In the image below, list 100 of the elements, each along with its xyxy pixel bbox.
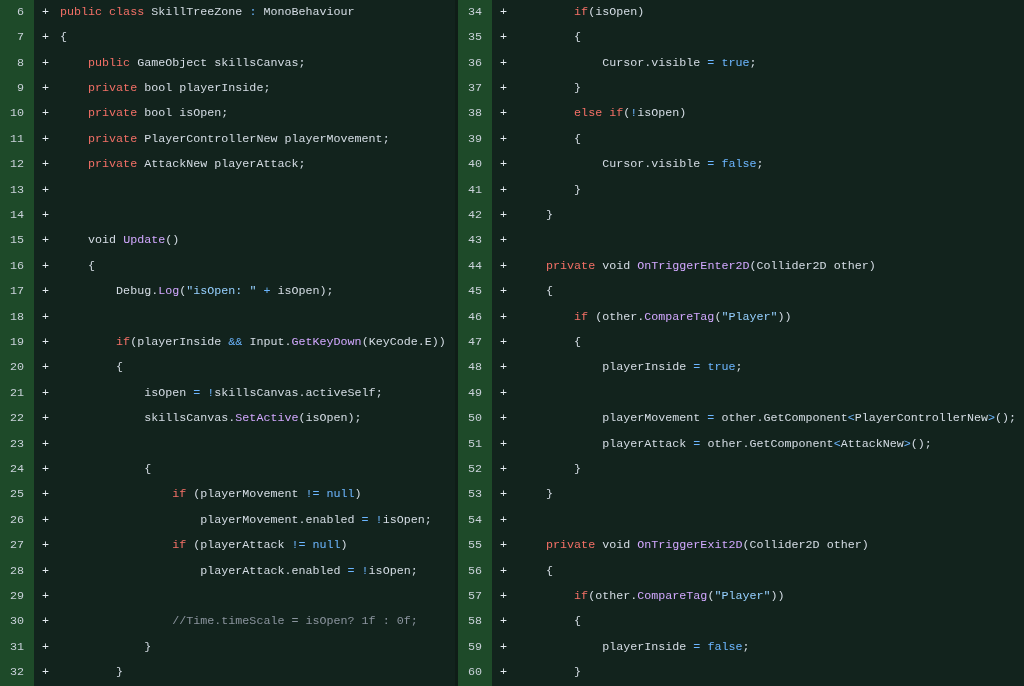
- line-number: 46: [467, 308, 482, 326]
- line-number: 59: [467, 638, 482, 656]
- line-number: 40: [467, 156, 482, 174]
- added-line-marker: +: [500, 537, 508, 555]
- line-number: 17: [9, 283, 24, 301]
- added-line-marker: +: [500, 664, 508, 682]
- code-line: if(isOpen): [573, 3, 645, 21]
- line-number: 43: [467, 232, 482, 250]
- code-line: }: [545, 486, 554, 504]
- code-line: //Time.timeScale = isOpen? 1f : 0f;: [171, 613, 418, 631]
- line-number: 15: [9, 232, 24, 250]
- code-line: {: [573, 613, 582, 631]
- added-line-marker: +: [42, 435, 50, 453]
- line-number: 42: [467, 207, 482, 225]
- line-number: 51: [467, 435, 482, 453]
- added-line-marker: +: [42, 562, 50, 580]
- code-line: Cursor.visible = false;: [601, 156, 764, 174]
- line-number: 11: [9, 130, 24, 148]
- added-line-marker: +: [500, 359, 508, 377]
- added-line-marker: +: [500, 638, 508, 656]
- added-line-marker: +: [42, 283, 50, 301]
- code-line: if (playerAttack != null): [171, 537, 348, 555]
- line-number: 45: [467, 283, 482, 301]
- line-number: 22: [9, 410, 24, 428]
- code-line: isOpen = !skillsCanvas.activeSelf;: [143, 384, 383, 402]
- code-line: {: [143, 460, 152, 478]
- line-number: 53: [467, 486, 482, 504]
- added-line-marker: +: [500, 384, 508, 402]
- code-line: Debug.Log("isOpen: " + isOpen);: [115, 283, 334, 301]
- added-line-marker: +: [42, 257, 50, 275]
- line-number: 32: [9, 664, 24, 682]
- line-number: 37: [467, 80, 482, 98]
- line-number: 39: [467, 130, 482, 148]
- line-number: 23: [9, 435, 24, 453]
- code-line: public GameObject skillsCanvas;: [87, 54, 306, 72]
- added-line-marker: +: [500, 207, 508, 225]
- line-number: 52: [467, 460, 482, 478]
- added-line-marker: +: [500, 156, 508, 174]
- line-number: 57: [467, 587, 482, 605]
- added-line-marker: +: [42, 537, 50, 555]
- code-line: }: [115, 664, 124, 682]
- line-number: 21: [9, 384, 24, 402]
- line-number: 10: [9, 105, 24, 123]
- code-line: {: [115, 359, 124, 377]
- added-line-marker: +: [500, 130, 508, 148]
- line-number: 19: [9, 334, 24, 351]
- added-line-marker: +: [42, 29, 50, 47]
- code-line: }: [143, 638, 152, 656]
- line-number: 31: [9, 638, 24, 656]
- code-line: }: [573, 80, 582, 98]
- added-line-marker: +: [500, 181, 508, 199]
- line-number: 48: [467, 359, 482, 377]
- code-line: playerAttack.enabled = !isOpen;: [199, 562, 418, 580]
- line-number: 26: [9, 511, 24, 529]
- added-line-marker: +: [42, 130, 50, 148]
- code-line: if(other.CompareTag("Player")): [573, 587, 785, 605]
- added-line-marker: +: [500, 232, 508, 250]
- added-line-marker: +: [42, 54, 50, 72]
- line-number: 9: [17, 80, 24, 98]
- line-number: 35: [467, 29, 482, 47]
- line-number: 13: [9, 181, 24, 199]
- line-number: 54: [467, 511, 482, 529]
- code-line: }: [573, 664, 582, 682]
- code-line: playerInside = false;: [601, 638, 750, 656]
- added-line-marker: +: [42, 359, 50, 377]
- line-number: 14: [9, 207, 24, 225]
- code-line: playerInside = true;: [601, 359, 743, 377]
- code-line: {: [573, 130, 582, 148]
- added-line-marker: +: [42, 308, 50, 326]
- line-number: 58: [467, 613, 482, 631]
- added-line-marker: +: [42, 156, 50, 174]
- line-number: 44: [467, 257, 482, 275]
- line-number: 34: [467, 3, 482, 21]
- code-line: {: [545, 283, 554, 301]
- code-line: private AttackNew playerAttack;: [87, 156, 306, 174]
- code-line: private void OnTriggerEnter2D(Collider2D other): [545, 257, 876, 275]
- code-line: if (other.CompareTag("Player")): [573, 308, 792, 326]
- code-line: public class SkillTreeZone : MonoBehaviour: [60, 3, 355, 21]
- code-line: private PlayerControllerNew playerMovement;: [87, 130, 390, 148]
- line-number: 18: [9, 308, 24, 326]
- code-line: skillsCanvas.SetActive(isOpen);: [143, 410, 362, 428]
- added-line-marker: +: [500, 486, 508, 504]
- added-line-marker: +: [500, 257, 508, 275]
- code-line: {: [545, 562, 554, 580]
- code-line: private bool isOpen;: [87, 105, 229, 123]
- line-number: 55: [467, 537, 482, 555]
- added-line-marker: +: [42, 105, 50, 123]
- added-line-marker: +: [500, 460, 508, 478]
- line-number: 49: [467, 384, 482, 402]
- added-line-marker: +: [500, 511, 508, 529]
- line-number: 12: [9, 156, 24, 174]
- added-line-marker: +: [500, 283, 508, 301]
- added-line-marker: +: [42, 460, 50, 478]
- added-line-marker: +: [42, 80, 50, 98]
- added-line-marker: +: [42, 587, 50, 605]
- code-line: else if(!isOpen): [573, 105, 687, 123]
- code-line: {: [60, 29, 67, 47]
- code-line: {: [573, 334, 582, 351]
- added-line-marker: +: [42, 638, 50, 656]
- added-line-marker: +: [42, 410, 50, 428]
